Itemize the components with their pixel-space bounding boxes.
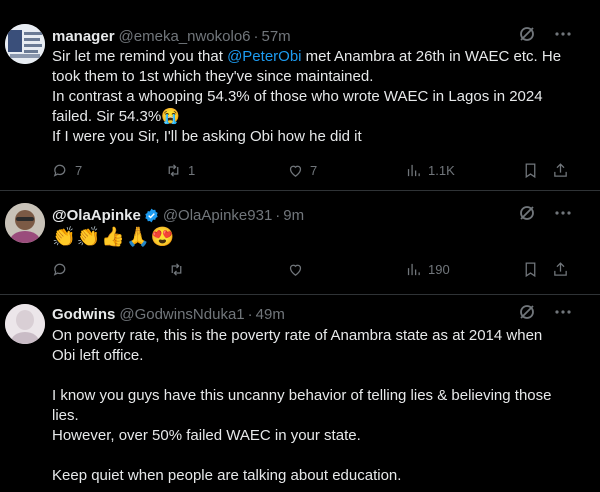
tweet-line: took them to 1st which they've since mai… xyxy=(52,68,374,85)
bookmark-icon xyxy=(525,261,536,277)
mention-link[interactable]: @PeterObi xyxy=(227,48,301,65)
views-icon xyxy=(407,164,420,176)
share-icon xyxy=(554,261,567,276)
grok-icon[interactable] xyxy=(518,204,536,226)
views-count: 190 xyxy=(428,261,450,277)
tweet-line: lies. xyxy=(52,407,79,424)
reply-button[interactable] xyxy=(52,261,69,278)
user-handle[interactable]: @emeka_nwokolo6 xyxy=(119,28,251,45)
bookmark-button[interactable] xyxy=(522,162,539,179)
avatar[interactable] xyxy=(5,304,45,344)
tweet-2[interactable]: @OlaApinke @OlaApinke931 · 9m 👏👏👍🙏😍 190 xyxy=(0,191,600,295)
timestamp[interactable]: 9m xyxy=(283,207,304,224)
like-button[interactable]: 7 xyxy=(287,162,317,179)
action-bar: 190 xyxy=(52,259,572,279)
repost-icon xyxy=(168,163,179,177)
repost-count: 1 xyxy=(188,162,196,178)
repost-icon xyxy=(171,262,182,276)
tweet-line: failed. Sir 54.3%😭 xyxy=(52,108,180,125)
like-count: 7 xyxy=(310,162,318,178)
grok-icon[interactable] xyxy=(518,303,536,325)
tweet-header: Godwins @GodwinsNduka1 · 49m xyxy=(52,304,600,324)
reply-icon xyxy=(53,164,66,177)
timestamp[interactable]: 57m xyxy=(262,28,291,45)
separator-dot: · xyxy=(253,27,259,45)
display-name[interactable]: manager xyxy=(52,28,115,45)
views-button[interactable]: 1.1K xyxy=(405,162,455,179)
tweet-line: If I were you Sir, I'll be asking Obi ho… xyxy=(52,128,362,145)
display-name[interactable]: @OlaApinke xyxy=(52,207,141,224)
tweet-text: Sir let me remind you that @PeterObi met… xyxy=(52,47,582,147)
tweet-line: On poverty rate, this is the poverty rat… xyxy=(52,327,543,344)
display-name[interactable]: Godwins xyxy=(52,306,115,323)
separator-dot: · xyxy=(275,206,281,224)
bookmark-icon xyxy=(525,162,536,178)
share-icon xyxy=(554,162,567,177)
views-button[interactable]: 190 xyxy=(405,261,450,278)
share-button[interactable] xyxy=(552,162,569,179)
user-handle[interactable]: @OlaApinke931 xyxy=(163,207,272,224)
tweet-header: @OlaApinke @OlaApinke931 · 9m xyxy=(52,205,600,225)
like-icon xyxy=(289,264,302,276)
avatar[interactable] xyxy=(5,24,45,64)
repost-button[interactable]: 1 xyxy=(165,162,195,179)
tweet-line: Sir let me remind you that @PeterObi met… xyxy=(52,48,562,65)
tweet-line: Obi left office. xyxy=(52,347,144,364)
avatar[interactable] xyxy=(5,203,45,243)
tweet-line xyxy=(52,446,582,466)
grok-icon[interactable] xyxy=(518,25,536,47)
verified-badge-icon xyxy=(145,208,158,222)
tweet-line xyxy=(52,366,582,386)
user-handle[interactable]: @GodwinsNduka1 xyxy=(119,306,244,323)
tweet-3[interactable]: Godwins @GodwinsNduka1 · 49m On poverty … xyxy=(0,295,600,492)
reply-count: 7 xyxy=(75,162,83,178)
reply-button[interactable]: 7 xyxy=(52,162,82,179)
repost-button[interactable] xyxy=(168,261,185,278)
separator-dot: · xyxy=(247,305,253,323)
tweet-header: manager @emeka_nwokolo6 · 57m xyxy=(52,26,600,46)
more-icon[interactable] xyxy=(554,303,572,325)
tweet-text: On poverty rate, this is the poverty rat… xyxy=(52,326,582,486)
tweet-1[interactable]: manager @emeka_nwokolo6 · 57m Sir let me… xyxy=(0,0,600,191)
bookmark-button[interactable] xyxy=(522,261,539,278)
more-icon[interactable] xyxy=(554,25,572,47)
like-icon xyxy=(289,165,302,177)
tweet-line: Keep quiet when people are talking about… xyxy=(52,467,402,484)
tweet-line: However, over 50% failed WAEC in your st… xyxy=(52,427,361,444)
views-count: 1.1K xyxy=(428,162,455,178)
like-button[interactable] xyxy=(287,261,304,278)
tweet-line: I know you guys have this uncanny behavi… xyxy=(52,387,552,404)
action-bar: 7 1 7 1.1K xyxy=(52,160,572,180)
share-button[interactable] xyxy=(552,261,569,278)
tweet-line: In contrast a whooping 54.3% of those wh… xyxy=(52,88,543,105)
reply-icon xyxy=(53,263,66,276)
tweet-emoji-text: 👏👏👍🙏😍 xyxy=(52,227,176,248)
views-icon xyxy=(407,263,420,275)
more-icon[interactable] xyxy=(554,204,572,226)
timestamp[interactable]: 49m xyxy=(256,306,285,323)
